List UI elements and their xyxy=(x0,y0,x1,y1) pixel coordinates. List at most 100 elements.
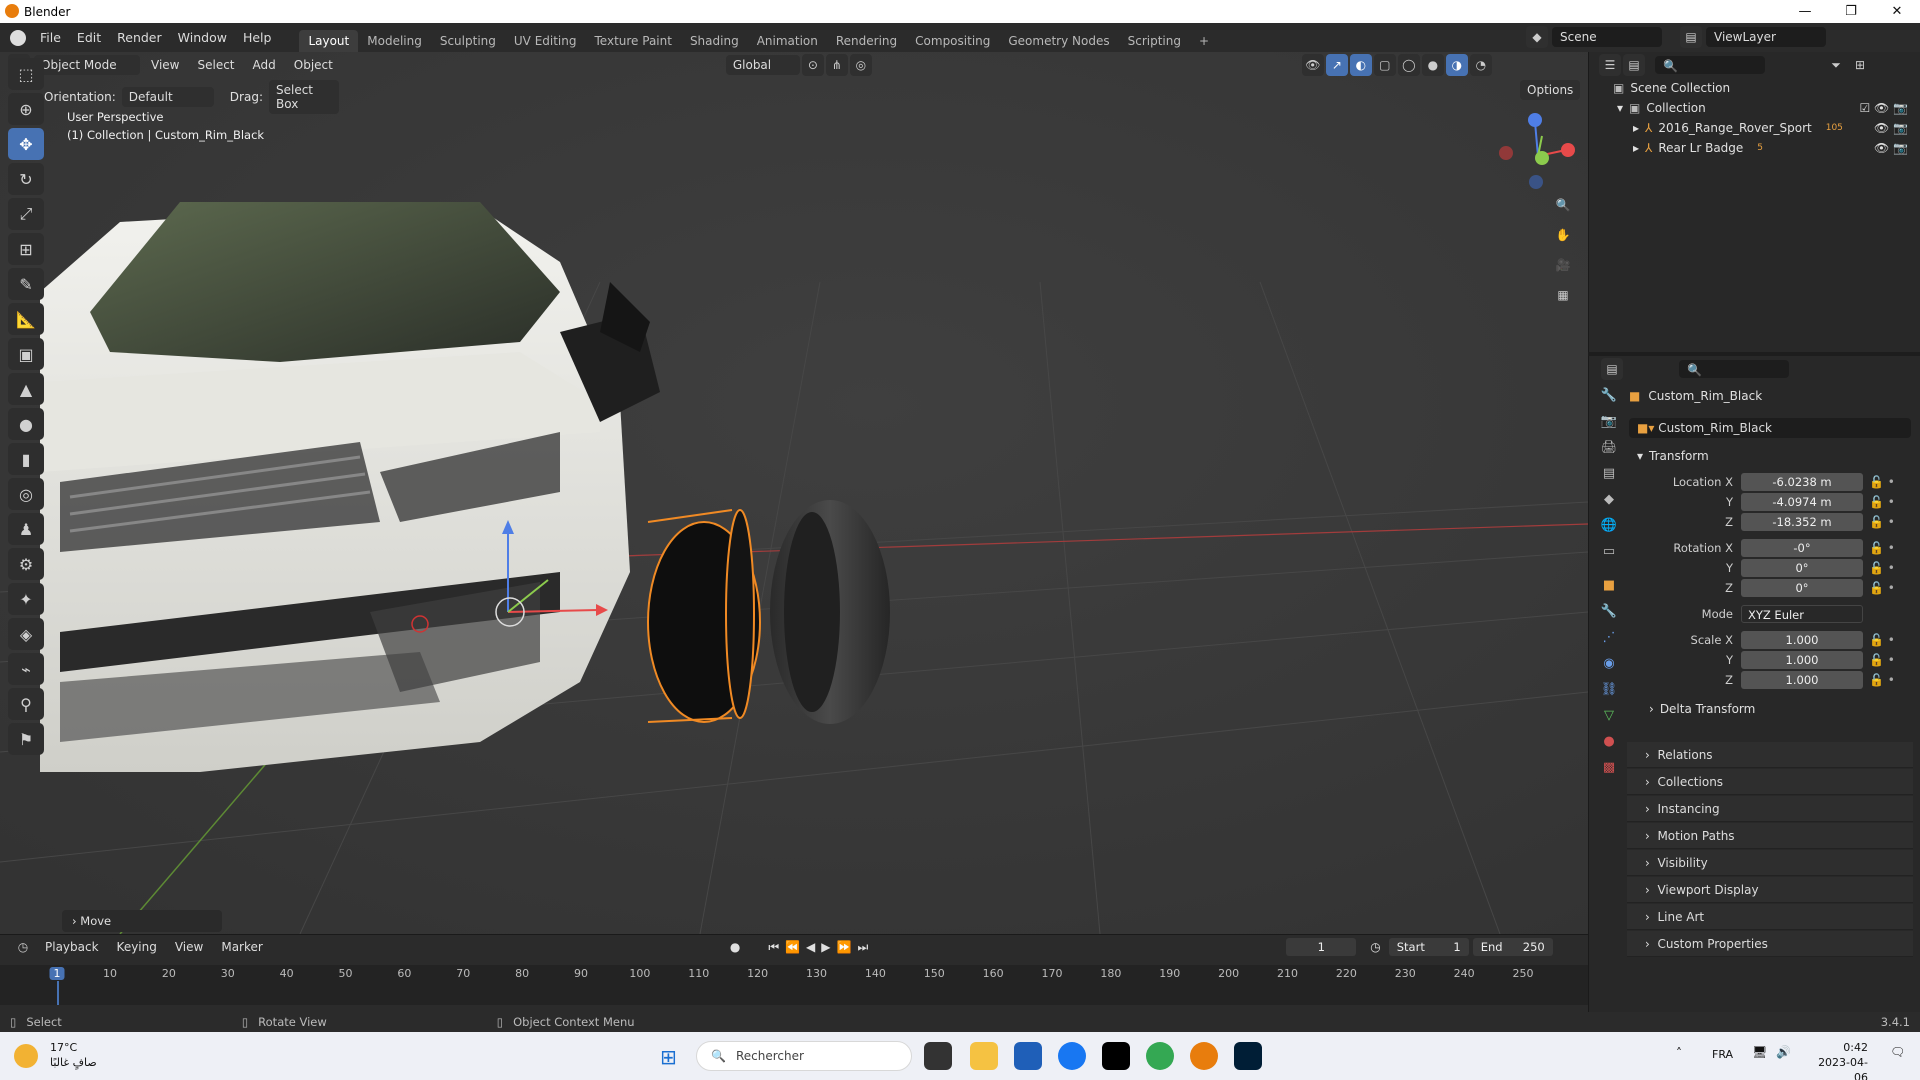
world-tab-icon[interactable]: 🌐 xyxy=(1601,518,1617,544)
tab-shading[interactable]: Shading xyxy=(681,30,748,52)
filter-icon[interactable]: ⏷ xyxy=(1825,54,1847,76)
end-frame-field[interactable]: End 250 xyxy=(1472,938,1553,956)
outliner-item-row[interactable]: ▸ ⅄ Rear Lr Badge 5 👁 📷 xyxy=(1589,138,1920,158)
options-dropdown[interactable]: Options xyxy=(1520,80,1581,100)
blender-taskbar-icon[interactable] xyxy=(1190,1042,1218,1070)
zoom-icon[interactable]: 🔍 xyxy=(1552,194,1574,216)
tab-uv-editing[interactable]: UV Editing xyxy=(505,30,586,52)
tool-tab-icon[interactable]: 🔧 xyxy=(1601,388,1617,414)
new-collection-icon[interactable]: ⊞ xyxy=(1849,54,1871,76)
facebook-icon[interactable] xyxy=(1058,1042,1086,1070)
object-tab-icon[interactable]: ■ xyxy=(1603,578,1615,604)
extra-tool-4-icon[interactable]: ⌁ xyxy=(8,653,44,685)
add-bone-tool-icon[interactable]: ♟ xyxy=(8,513,44,545)
chevron-down-icon[interactable]: ▾ xyxy=(1637,449,1643,463)
tab-geometry-nodes[interactable]: Geometry Nodes xyxy=(999,30,1118,52)
tab-layout[interactable]: Layout xyxy=(299,30,359,52)
item-visibility-icons[interactable]: 👁 📷 xyxy=(1874,141,1908,155)
physics-tab-icon[interactable]: ◉ xyxy=(1603,656,1614,682)
measure-tool-icon[interactable]: 📐 xyxy=(8,303,44,335)
chevron-down-icon[interactable]: ▾ xyxy=(1617,101,1623,115)
lock-icon[interactable]: 🔓 • xyxy=(1869,633,1895,647)
menu-add[interactable]: Add xyxy=(246,55,283,75)
solid-shading-icon[interactable]: ● xyxy=(1421,53,1444,76)
extra-tool-6-icon[interactable]: ⚑ xyxy=(8,723,44,755)
chrome-icon[interactable] xyxy=(1146,1042,1174,1070)
volume-icon[interactable]: 🔊 xyxy=(1776,1045,1791,1059)
transform-tool-icon[interactable]: ⊞ xyxy=(8,233,44,265)
rotation-x-field[interactable]: -0° xyxy=(1741,539,1863,557)
playhead[interactable] xyxy=(57,981,59,1005)
menu-edit[interactable]: Edit xyxy=(69,30,109,45)
tab-sculpting[interactable]: Sculpting xyxy=(431,30,505,52)
move-tool-icon[interactable]: ✥ xyxy=(8,128,44,160)
scene-field[interactable]: Scene xyxy=(1552,27,1662,47)
taskbar-search[interactable]: 🔍 Rechercher xyxy=(696,1041,912,1071)
chevron-right-icon[interactable]: › xyxy=(1649,702,1654,716)
last-operator-panel[interactable]: › Move xyxy=(62,910,222,932)
marker-menu[interactable]: Marker xyxy=(214,937,269,957)
menu-render[interactable]: Render xyxy=(109,30,170,45)
tiktok-icon[interactable] xyxy=(1102,1042,1130,1070)
tab-scripting[interactable]: Scripting xyxy=(1119,30,1190,52)
transform-panel-header[interactable]: ▾ Transform xyxy=(1629,444,1913,468)
photoshop-icon[interactable] xyxy=(1234,1042,1262,1070)
custom-properties-panel[interactable]: › Custom Properties xyxy=(1627,931,1913,957)
view-layer-tab-icon[interactable]: ▤ xyxy=(1603,466,1615,492)
tab-modeling[interactable]: Modeling xyxy=(358,30,431,52)
relations-panel[interactable]: › Relations xyxy=(1627,742,1913,768)
location-x-field[interactable]: -6.0238 m xyxy=(1741,473,1863,491)
item-visibility-icons[interactable]: 👁 📷 xyxy=(1874,121,1908,135)
tab-compositing[interactable]: Compositing xyxy=(906,30,999,52)
restore-button[interactable]: ❐ xyxy=(1828,0,1874,23)
display-mode-icon[interactable]: ▤ xyxy=(1623,54,1645,76)
pan-hand-icon[interactable]: ✋ xyxy=(1552,224,1574,246)
playback-menu[interactable]: Playback xyxy=(38,937,106,957)
snap-icon[interactable]: ⋔ xyxy=(825,53,848,76)
collection-visibility-icons[interactable]: ☑ 👁 📷 xyxy=(1859,101,1908,115)
chevron-right-icon[interactable]: ▸ xyxy=(1633,141,1639,155)
wireframe-shading-icon[interactable]: ◯ xyxy=(1397,53,1420,76)
add-cube-tool-icon[interactable]: ▣ xyxy=(8,338,44,370)
auto-key-icon[interactable]: ● xyxy=(730,940,740,954)
lock-icon[interactable]: 🔓 • xyxy=(1869,541,1895,555)
extra-tool-2-icon[interactable]: ✦ xyxy=(8,583,44,615)
lock-icon[interactable]: 🔓 • xyxy=(1869,515,1895,529)
task-view-icon[interactable] xyxy=(924,1042,952,1070)
language-indicator[interactable]: FRA xyxy=(1712,1048,1733,1061)
close-button[interactable]: ✕ xyxy=(1874,0,1920,23)
tab-texture-paint[interactable]: Texture Paint xyxy=(586,30,681,52)
gizmo-toggle-icon[interactable]: ↗ xyxy=(1325,53,1348,76)
rendered-shading-icon[interactable]: ◔ xyxy=(1469,53,1492,76)
start-frame-field[interactable]: Start 1 xyxy=(1388,938,1469,956)
proportional-edit-icon[interactable]: ◎ xyxy=(849,53,872,76)
playback-controls[interactable]: ⏮⏪◀▶⏩⏭ xyxy=(768,940,874,955)
network-icon[interactable]: 🖥 xyxy=(1752,1045,1767,1059)
menu-window[interactable]: Window xyxy=(170,30,235,45)
line-art-panel[interactable]: › Line Art xyxy=(1627,904,1913,930)
instancing-panel[interactable]: › Instancing xyxy=(1627,796,1913,822)
menu-view[interactable]: View xyxy=(144,55,186,75)
menu-select[interactable]: Select xyxy=(190,55,241,75)
annotate-tool-icon[interactable]: ✎ xyxy=(8,268,44,300)
delta-transform-subpanel[interactable]: › Delta Transform xyxy=(1629,696,1913,722)
minimize-button[interactable]: — xyxy=(1782,0,1828,23)
select-box-tool-icon[interactable]: ⬚ xyxy=(8,58,44,90)
particles-tab-icon[interactable]: ⋰ xyxy=(1603,630,1616,656)
extra-tool-3-icon[interactable]: ◈ xyxy=(8,618,44,650)
timeline-view-menu[interactable]: View xyxy=(168,937,210,957)
xray-icon[interactable]: ▢ xyxy=(1373,53,1396,76)
rotate-tool-icon[interactable]: ↻ xyxy=(8,163,44,195)
constraints-tab-icon[interactable]: ⛓ xyxy=(1601,682,1618,708)
chevron-up-icon[interactable]: ˄ xyxy=(1676,1046,1682,1060)
notifications-icon[interactable]: 🗨 xyxy=(1890,1045,1905,1059)
keying-menu[interactable]: Keying xyxy=(110,937,164,957)
outliner-search-input[interactable]: 🔍 xyxy=(1655,56,1765,74)
overlay-toggle-icon[interactable]: ◐ xyxy=(1349,53,1372,76)
cursor-tool-icon[interactable]: ⊕ xyxy=(8,93,44,125)
perspective-toggle-icon[interactable]: ▦ xyxy=(1552,284,1574,306)
menu-help[interactable]: Help xyxy=(235,30,280,45)
add-sphere-tool-icon[interactable]: ● xyxy=(8,408,44,440)
camera-view-icon[interactable]: 🎥 xyxy=(1552,254,1574,276)
timeline-ruler[interactable]: 1 10 20 30 40 50 60 70 80 90 100 110 120 130 140 150 160… xyxy=(0,965,1588,1005)
